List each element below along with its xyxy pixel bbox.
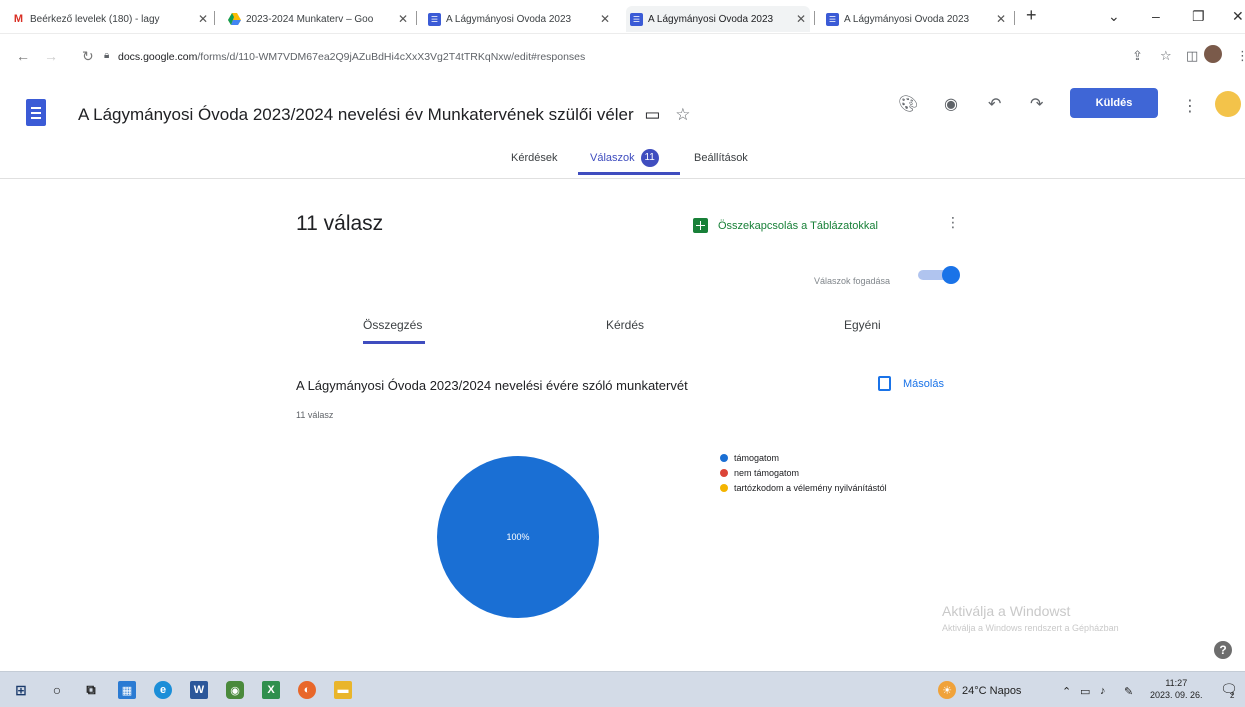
minimize-icon[interactable]: – (1152, 8, 1160, 24)
active-subtab-underline (363, 341, 425, 344)
legend-item: nem támogatom (720, 465, 887, 480)
forms-icon: ☰ (826, 12, 839, 26)
legend-swatch (720, 483, 728, 492)
legend-item: tartózkodom a vélemény nyilvánítástól (720, 480, 887, 495)
tab-forms-2[interactable]: ☰ A Lágymányosi Óvoda 2023 ✕ (626, 6, 810, 32)
palette-icon[interactable]: 🎨︎ (898, 94, 918, 114)
word-icon[interactable]: W (190, 681, 208, 699)
back-icon[interactable]: ← (16, 48, 30, 64)
address-bar-row: ← → ↻ 🔒︎ docs.google.com/forms/d/110-WM7… (0, 34, 1245, 78)
tab-drive[interactable]: 2023-2024 Munkaterv – Goo ✕ (228, 6, 412, 32)
form-title[interactable]: A Lágymányosi Óvoda 2023/2024 nevelési é… (78, 105, 690, 125)
sheets-icon (693, 218, 708, 233)
reload-icon[interactable]: ↻ (82, 48, 94, 65)
share-icon[interactable]: ⇪ (1132, 48, 1143, 64)
bookmark-star-icon[interactable]: ☆ (1160, 48, 1172, 64)
header-divider (0, 178, 1245, 179)
tab-search-icon[interactable]: ⌄ (1108, 8, 1120, 25)
copy-chart-button[interactable]: Másolás (878, 376, 944, 391)
forms-header: A Lágymányosi Óvoda 2023/2024 nevelési é… (0, 78, 1245, 148)
avatar[interactable] (1215, 91, 1241, 117)
lock-icon: 🔒︎ (104, 50, 110, 61)
preview-eye-icon[interactable]: ◉ (944, 94, 958, 114)
windows-start-icon[interactable]: ⊞ (12, 681, 30, 699)
forms-icon: ☰ (630, 12, 643, 26)
star-icon[interactable]: ☆ (675, 105, 690, 124)
help-icon[interactable]: ? (1214, 641, 1232, 659)
question-response-count: 11 válasz (296, 410, 334, 420)
more-menu-icon[interactable]: ⋮ (1182, 96, 1198, 116)
subtab-individual[interactable]: Egyéni (844, 318, 881, 332)
chrome-icon[interactable]: ◉ (226, 681, 244, 699)
file-explorer-icon[interactable]: ▬ (334, 681, 352, 699)
redo-icon[interactable]: ↷ (1030, 94, 1043, 114)
link-to-sheets-button[interactable]: Összekapcsolás a Táblázatokkal (693, 218, 878, 233)
forward-icon[interactable]: → (44, 48, 58, 64)
accepting-responses-label: Válaszok fogadása (814, 276, 891, 286)
tab-forms-3[interactable]: ☰ A Lágymányosi Óvoda 2023 ✕ (826, 6, 1010, 32)
new-tab-icon[interactable]: + (1026, 5, 1037, 26)
legend-item: támogatom (720, 450, 887, 465)
question-title: A Lágymányosi Óvoda 2023/2024 nevelési é… (296, 378, 688, 393)
accepting-responses-toggle[interactable] (918, 266, 960, 284)
send-button[interactable]: Küldés (1070, 88, 1158, 118)
tray-overflow-icon[interactable]: ⌃ (1062, 685, 1071, 698)
gmail-icon: M (13, 13, 24, 25)
url-field[interactable]: docs.google.com/forms/d/110-WM7VDM67ea2Q… (118, 51, 585, 63)
folder-icon[interactable]: ▭ (644, 105, 660, 124)
excel-icon[interactable]: X (262, 681, 280, 699)
drive-icon (228, 13, 241, 26)
side-panel-icon[interactable]: ◫ (1186, 48, 1198, 64)
weather-text[interactable]: 24°C Napos (962, 685, 1021, 697)
close-icon[interactable]: ✕ (398, 12, 408, 26)
close-icon[interactable]: ✕ (796, 12, 806, 26)
notification-center-icon[interactable]: 🗨︎ (1220, 681, 1238, 698)
legend-swatch (720, 453, 728, 462)
store-icon[interactable]: ▦ (118, 681, 136, 699)
notification-count: 2 (1230, 691, 1235, 700)
task-view-icon[interactable]: ⧉ (82, 681, 100, 699)
pen-icon[interactable]: ✎ (1124, 685, 1133, 698)
clock[interactable]: 11:27 2023. 09. 26. (1150, 677, 1203, 701)
edge-icon[interactable]: e (154, 681, 172, 699)
profile-avatar[interactable] (1204, 45, 1222, 63)
tab-forms-1[interactable]: ☰ A Lágymányosi Óvoda 2023 ✕ (428, 6, 614, 32)
slice-percent-label: 100% (506, 532, 529, 542)
legend-swatch (720, 468, 728, 477)
network-icon[interactable]: ▭ (1080, 685, 1090, 698)
windows-taskbar: ⊞ ○ ⧉ ▦ e W ◉ X ◐ ▬ ☀ 24°C Napos ⌃ ▭ ♪ ✎… (0, 671, 1245, 707)
search-icon[interactable]: ○ (48, 681, 66, 699)
pie-chart: 100% (437, 456, 599, 618)
tab-settings[interactable]: Beállítások (694, 152, 748, 164)
copy-icon (878, 376, 891, 391)
volume-icon[interactable]: ♪ (1100, 685, 1106, 697)
close-icon[interactable]: ✕ (198, 12, 208, 26)
browser-menu-icon[interactable]: ⋮ (1236, 48, 1245, 64)
chart-legend: támogatom nem támogatom tartózkodom a vé… (720, 450, 887, 495)
close-icon[interactable]: ✕ (600, 12, 610, 26)
close-icon[interactable]: ✕ (996, 12, 1006, 26)
restore-icon[interactable]: ❐ (1192, 8, 1205, 25)
browser-tab-strip: M Beérkező levelek (180) - lagy ✕ 2023-2… (0, 0, 1245, 34)
subtab-summary[interactable]: Összegzés (363, 318, 422, 332)
responses-more-icon[interactable]: ⋮ (946, 214, 960, 231)
responses-count: 11 válasz (296, 212, 384, 235)
weather-icon: ☀ (938, 681, 956, 699)
forms-logo-icon[interactable] (26, 99, 46, 126)
forms-icon: ☰ (428, 12, 441, 26)
windows-activation-watermark: Aktiválja a Windowst Aktiválja a Windows… (942, 603, 1119, 633)
responses-count-badge: 11 (640, 149, 659, 167)
window-close-icon[interactable]: ✕ (1232, 8, 1244, 25)
subtab-question[interactable]: Kérdés (606, 318, 644, 332)
tab-questions[interactable]: Kérdések (511, 152, 557, 164)
active-tab-underline (578, 172, 680, 175)
tab-gmail[interactable]: M Beérkező levelek (180) - lagy ✕ (12, 6, 212, 32)
undo-icon[interactable]: ↶ (988, 94, 1001, 114)
firefox-icon[interactable]: ◐ (298, 681, 316, 699)
tab-responses[interactable]: Válaszok 11 (590, 149, 659, 167)
